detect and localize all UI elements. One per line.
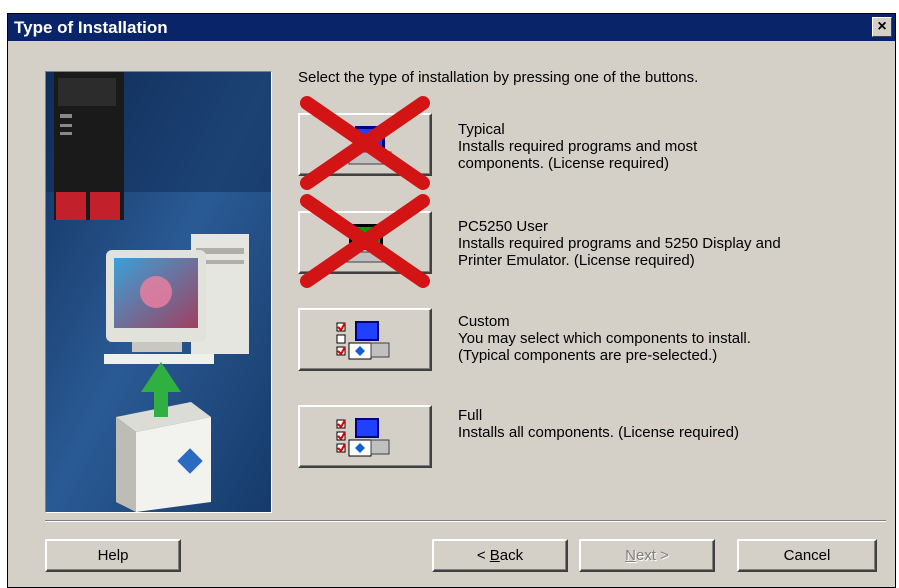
server-icon: [54, 72, 124, 220]
separator: [45, 520, 886, 522]
cancel-button[interactable]: Cancel: [737, 539, 877, 572]
back-accelerator: B: [489, 547, 500, 564]
typical-desc-line2: components. (License required): [458, 155, 669, 172]
custom-description: Custom You may select which components t…: [458, 313, 751, 364]
pc5250-user-button[interactable]: [298, 194, 432, 288]
typical-title: Typical: [458, 121, 505, 138]
illustration-svg: [46, 72, 271, 512]
custom-desc-line2: (Typical components are pre-selected.): [458, 347, 718, 364]
cross-out-mark: [300, 96, 430, 190]
pc5250-desc-line1: Installs required programs and 5250 Disp…: [458, 235, 781, 252]
custom-desc-line1: You may select which components to insta…: [458, 330, 751, 347]
intro-text: Select the type of installation by press…: [298, 69, 699, 86]
window-title: Type of Installation: [14, 18, 168, 37]
title-bar: Type of Installation ×: [8, 14, 895, 41]
installation-dialog: Type of Installation × Select the type o…: [7, 13, 896, 588]
typical-desc-line1: Installs required programs and most: [458, 138, 698, 155]
full-button[interactable]: [298, 405, 432, 468]
typical-button[interactable]: [298, 96, 432, 190]
pc5250-desc-line2: Printer Emulator. (License required): [458, 252, 695, 269]
custom-components-icon: [336, 321, 390, 360]
next-label: ext >: [635, 547, 669, 564]
back-button[interactable]: < Back: [432, 539, 568, 572]
full-title: Full: [458, 407, 483, 424]
full-desc-line1: Installs all components. (License requir…: [458, 424, 739, 441]
custom-title: Custom: [458, 313, 510, 330]
pc5250-description: PC5250 User Installs required programs a…: [458, 218, 781, 269]
custom-button[interactable]: [298, 308, 432, 371]
typical-description: Typical Installs required programs and m…: [458, 121, 697, 172]
pc5250-title: PC5250 User: [458, 218, 549, 235]
back-label: ack: [499, 547, 524, 564]
all-components-icon: [336, 418, 390, 457]
help-button[interactable]: Help: [45, 539, 181, 572]
full-description: Full Installs all components. (License r…: [458, 407, 739, 441]
cross-out-mark: [300, 194, 430, 288]
next-accelerator: N: [625, 547, 636, 564]
product-illustration: [45, 71, 272, 513]
close-button[interactable]: ×: [872, 17, 892, 37]
next-button: Next >: [579, 539, 715, 572]
